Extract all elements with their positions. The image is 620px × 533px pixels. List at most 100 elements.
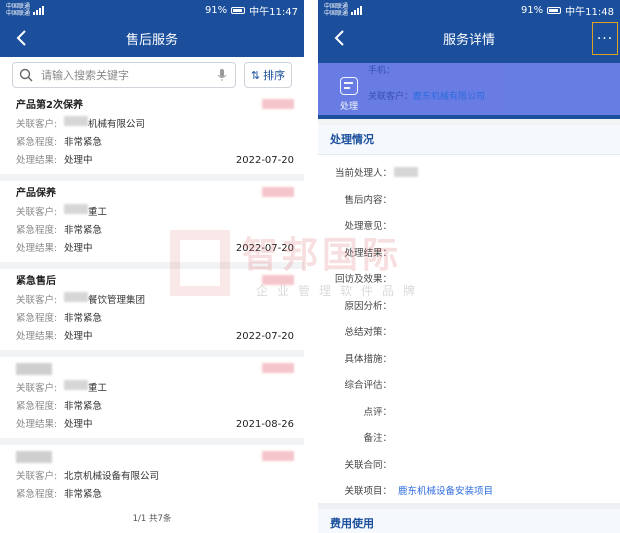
item-title: 产品第2次保养 (16, 100, 83, 111)
service-list: 产品第2次保养 关联客户: 机械有限公司 紧急程度: 非常紧急 处理结果: 处理中 20… (0, 93, 304, 508)
row-label: 备注： (363, 433, 392, 445)
urgency-value: 非常紧急 (64, 137, 103, 148)
result-label: 处理结果: (16, 155, 58, 166)
customer-label: 关联客户: (16, 471, 58, 482)
list-item[interactable]: 关联客户: 重工 紧急程度: 非常紧急 处理结果: 处理中 2021-08-26 (0, 357, 304, 438)
detail-row: 回访及效果： (318, 265, 620, 292)
customer-label: 关联客户: (16, 207, 58, 218)
row-label: 具体措施： (344, 353, 392, 365)
screenshot-stage: 中国联通 中国联通 91% 中午11:47 售后服务 请输入搜索关键字 ⇅ 排序… (0, 0, 620, 533)
urgency-label: 紧急程度: (16, 313, 58, 324)
customer-value: 重工 (88, 383, 108, 394)
detail-row: 售后内容： (318, 186, 620, 213)
detail-row: 点评： (318, 398, 620, 425)
result-value: 处理中 (64, 243, 93, 254)
row-label: 处理结果： (344, 247, 392, 259)
detail-row: 处理结果： (318, 239, 620, 266)
list-item[interactable]: 产品保养 关联客户: 重工 紧急程度: 非常紧急 处理结果: 处理中 2022-07-2… (0, 181, 304, 262)
detail-row: 综合评估： (318, 371, 620, 398)
right-phone-screen: 中国联通 中国联通 91% 中午11:48 服务详情 ··· 处理 手机： 关联… (318, 0, 620, 533)
nav-bar: 服务详情 ··· (318, 20, 620, 57)
customer-link[interactable]: 鹿东机械有限公司 (413, 92, 485, 102)
sort-label: 排序 (263, 69, 286, 82)
carrier-2: 中国联通 (324, 10, 349, 17)
left-phone-screen: 中国联通 中国联通 91% 中午11:47 售后服务 请输入搜索关键字 ⇅ 排序… (0, 0, 304, 533)
urgency-value: 非常紧急 (64, 313, 103, 324)
detail-list: 当前处理人： 售后内容： 处理意见： 处理结果： 回访及效果： 原因分析： 总结… (318, 155, 620, 508)
item-title (16, 448, 294, 468)
customer-value: 机械有限公司 (88, 119, 146, 130)
action-panel: 处理 手机： 关联客户：鹿东机械有限公司 (318, 63, 620, 115)
item-date: 2022-07-20 (235, 243, 294, 254)
detail-row: 当前处理人： (318, 159, 620, 186)
chevron-left-icon (16, 30, 26, 46)
section-title: 处理情况 (318, 125, 620, 155)
urgency-label: 紧急程度: (16, 401, 58, 412)
chevron-left-icon (334, 30, 344, 46)
list-item[interactable]: 紧急售后 关联客户: 餐饮管理集团 紧急程度: 非常紧急 处理结果: 处理中 2022-… (0, 269, 304, 350)
urgency-label: 紧急程度: (16, 489, 58, 500)
back-button[interactable] (328, 26, 352, 50)
page-title: 服务详情 (442, 33, 495, 48)
more-icon: ··· (596, 30, 614, 47)
redacted-tag (262, 99, 294, 109)
phone-label: 手机： (368, 66, 396, 76)
row-label: 点评： (363, 406, 392, 418)
row-label: 综合评估： (344, 380, 392, 392)
status-bar: 中国联通 中国联通 91% 中午11:48 (318, 0, 620, 20)
redacted (394, 167, 418, 178)
customer-label: 关联客户： (368, 92, 414, 102)
detail-row: 处理意见： (318, 212, 620, 239)
row-label: 关联项目： (344, 486, 392, 498)
carrier-1: 中国联通 (6, 3, 31, 10)
redacted (64, 116, 88, 126)
pagination: 1/1 共7条 (0, 503, 304, 533)
item-title (16, 360, 294, 380)
result-value: 处理中 (64, 419, 93, 430)
search-input[interactable]: 请输入搜索关键字 (12, 62, 236, 88)
search-icon (19, 68, 33, 82)
item-title: 产品保养 (16, 188, 56, 199)
urgency-label: 紧急程度: (16, 225, 58, 236)
carrier-info: 中国联通 中国联通 (6, 3, 30, 17)
redacted-tag (262, 275, 294, 285)
result-value: 处理中 (64, 155, 93, 166)
redacted (16, 451, 52, 463)
row-label: 原因分析： (344, 300, 392, 312)
redacted (16, 363, 52, 375)
urgency-value: 非常紧急 (64, 489, 103, 500)
redacted (64, 292, 88, 302)
signal-icon (33, 5, 45, 15)
result-label: 处理结果: (16, 243, 58, 254)
list-item[interactable]: 产品第2次保养 关联客户: 机械有限公司 紧急程度: 非常紧急 处理结果: 处理中 20… (0, 93, 304, 174)
list-item[interactable]: 关联客户: 北京机械设备有限公司 紧急程度: 非常紧急 (0, 445, 304, 508)
back-button[interactable] (10, 26, 34, 50)
battery-icon (547, 6, 562, 14)
urgency-value: 非常紧急 (64, 401, 103, 412)
search-row: 请输入搜索关键字 ⇅ 排序 (0, 57, 304, 93)
row-label: 总结对策： (344, 327, 392, 339)
fee-section-title: 费用使用 (318, 503, 620, 533)
page-title: 售后服务 (125, 33, 178, 48)
row-label: 处理意见： (344, 221, 392, 233)
sort-button[interactable]: ⇅ 排序 (244, 62, 292, 88)
process-label[interactable]: 处理 (340, 99, 358, 112)
item-date: 2022-07-20 (235, 331, 294, 342)
item-date: 2021-08-26 (235, 419, 294, 430)
row-label: 关联合同： (344, 459, 392, 471)
search-placeholder: 请输入搜索关键字 (41, 69, 129, 82)
result-value: 处理中 (64, 331, 93, 342)
sort-icon: ⇅ (250, 68, 261, 82)
project-link[interactable]: 鹿东机械设备安装项目 (394, 483, 493, 497)
detail-header: 处理 手机： 关联客户：鹿东机械有限公司 (318, 57, 620, 119)
battery-icon (231, 6, 246, 14)
more-options-button[interactable]: ··· (592, 22, 618, 55)
detail-row: 总结对策： (318, 318, 620, 345)
process-icon[interactable] (340, 77, 358, 95)
urgency-label: 紧急程度: (16, 137, 58, 148)
customer-value: 重工 (88, 207, 108, 218)
battery-percent: 91% (204, 4, 228, 16)
redacted (64, 380, 88, 390)
microphone-icon[interactable] (215, 68, 229, 82)
customer-value: 北京机械设备有限公司 (64, 471, 160, 482)
